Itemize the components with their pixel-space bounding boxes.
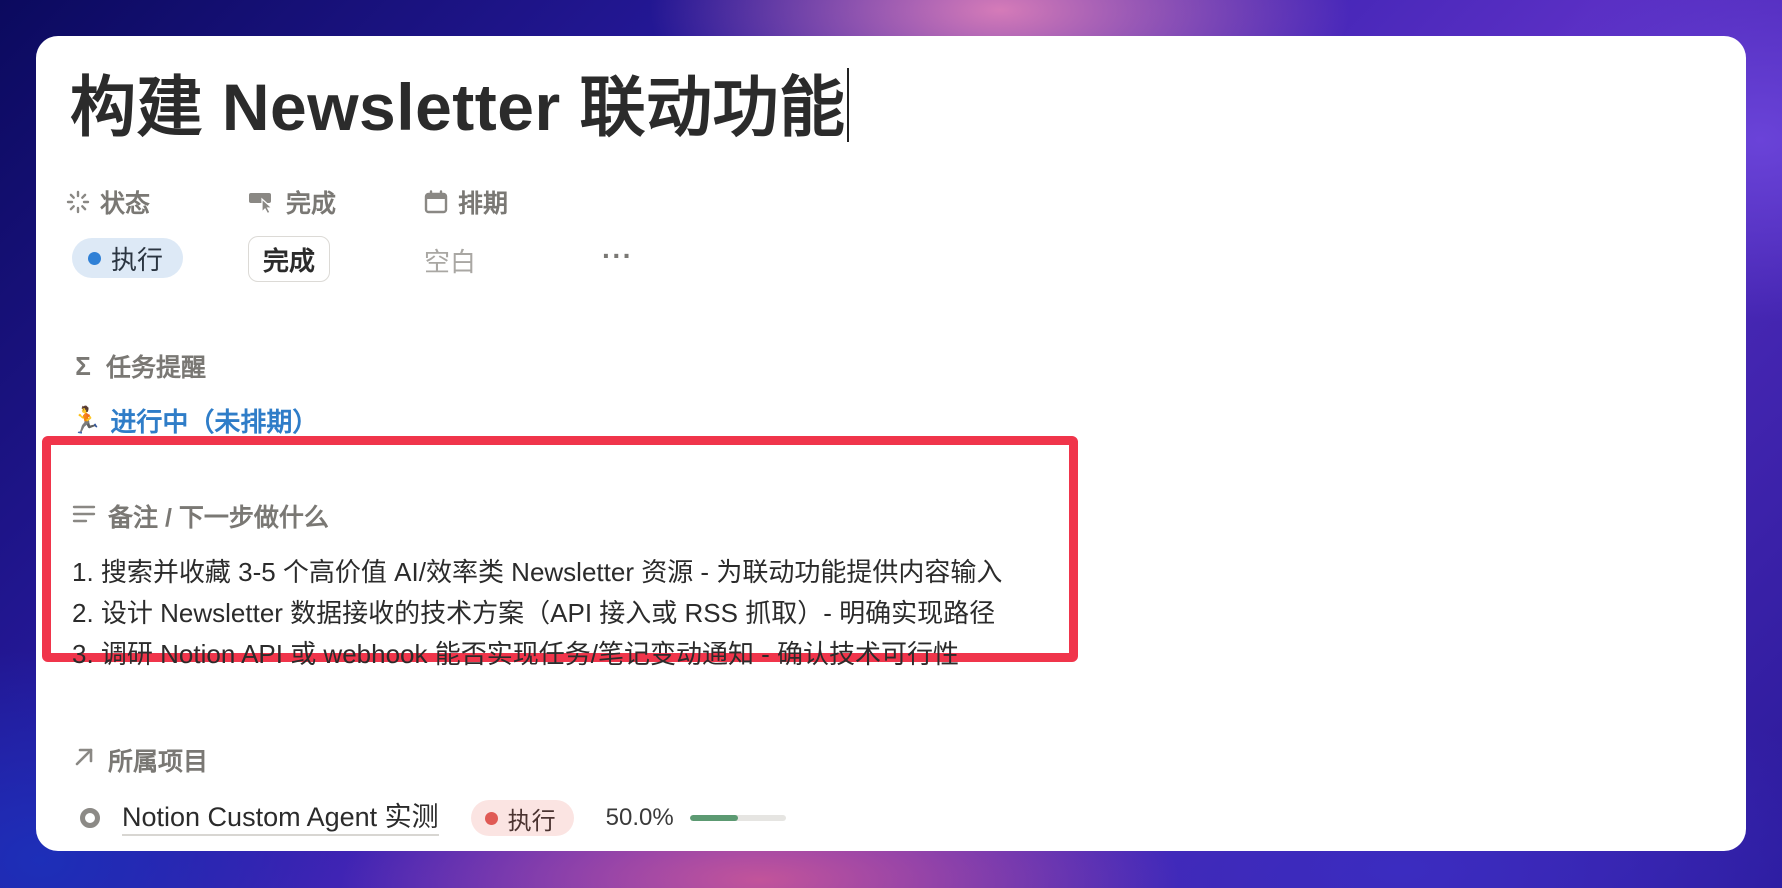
notes-line: 3. 调研 Notion API 或 webhook 能否实现任务/笔记变动通知… [72, 639, 960, 669]
loader-icon [66, 190, 90, 214]
property-reminder-label[interactable]: Σ 任务提醒 [72, 348, 206, 384]
project-progress-text: 50.0% [605, 804, 674, 831]
page-title[interactable]: 构建 Newsletter 联动功能 [70, 54, 850, 150]
text-lines-icon [72, 502, 96, 531]
project-status-dot [484, 811, 498, 825]
property-done-label[interactable]: 完成 [248, 186, 336, 218]
property-project-label[interactable]: 所属项目 [72, 742, 208, 778]
property-project-label-text: 所属项目 [108, 748, 209, 776]
property-done-label-text: 完成 [286, 190, 337, 218]
property-schedule-label[interactable]: 排期 [424, 186, 508, 218]
project-link[interactable]: Notion Custom Agent 实测 [122, 800, 439, 836]
project-relation-row: Notion Custom Agent 实测 执行 50.0% [72, 798, 786, 838]
notes-line: 2. 设计 Newsletter 数据接收的技术方案（API 接入或 RSS 抓… [72, 598, 996, 628]
schedule-value[interactable]: 空白 [424, 242, 476, 279]
sigma-icon: Σ [75, 350, 91, 381]
pointer-icon [248, 190, 276, 214]
notes-text[interactable]: 1. 搜索并收藏 3-5 个高价值 AI/效率类 Newsletter 资源 -… [72, 552, 1002, 675]
notes-line: 1. 搜索并收藏 3-5 个高价值 AI/效率类 Newsletter 资源 -… [72, 557, 1003, 587]
calendar-icon [424, 190, 448, 214]
property-status-label-text: 状态 [100, 190, 151, 218]
text-caret [847, 68, 850, 142]
arrow-up-right-icon [72, 745, 96, 776]
property-schedule-label-text: 排期 [458, 190, 509, 218]
done-button-label: 完成 [263, 245, 316, 276]
project-progress-bar [689, 815, 786, 821]
runner-icon: 🏃 [70, 405, 103, 435]
status-dot [88, 251, 101, 265]
page-title-text[interactable]: 构建 Newsletter 联动功能 [70, 70, 845, 144]
property-status-label[interactable]: 状态 [66, 186, 150, 218]
property-notes-label[interactable]: 备注 / 下一步做什么 [72, 498, 329, 534]
project-status-value: 执行 [507, 807, 556, 835]
status-value: 执行 [111, 244, 164, 275]
status-badge[interactable]: 执行 [72, 238, 184, 278]
project-status-badge: 执行 [470, 800, 574, 836]
done-button[interactable]: 完成 [248, 236, 331, 282]
page-card: 构建 Newsletter 联动功能 状态 完成 排期 执行 完成 空白 ···… [36, 36, 1746, 851]
reminder-value: 🏃 进行中（未排期） [70, 402, 318, 439]
property-reminder-label-text: 任务提醒 [106, 354, 207, 382]
project-circle-icon [80, 808, 100, 828]
more-properties-button[interactable]: ··· [602, 240, 633, 272]
project-progress-fill [689, 815, 738, 821]
property-notes-label-text: 备注 / 下一步做什么 [108, 504, 329, 532]
reminder-value-text: 进行中（未排期） [110, 407, 319, 437]
